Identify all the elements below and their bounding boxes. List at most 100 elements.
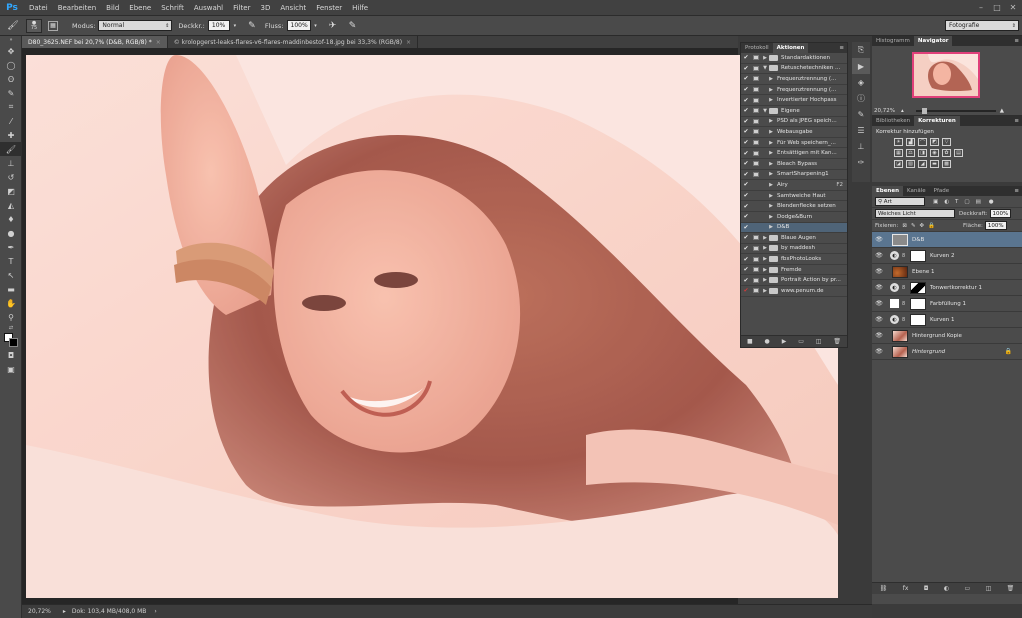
expand-arrow-icon[interactable]: ▶ <box>761 203 777 209</box>
vibrance-icon[interactable]: ▽ <box>942 138 951 146</box>
marquee-tool-icon[interactable]: ◯ <box>0 58 22 72</box>
hue-saturation-icon[interactable]: ▦ <box>894 149 903 157</box>
dialog-toggle-icon[interactable] <box>751 171 761 177</box>
dialog-toggle-icon[interactable] <box>751 87 761 93</box>
fill-input[interactable]: 100% <box>984 221 1007 230</box>
action-row[interactable]: ✔ ▶ Fremde <box>741 265 847 276</box>
toggle-check-icon[interactable]: ✔ <box>741 192 751 199</box>
record-icon[interactable]: ● <box>765 338 770 345</box>
new-layer-icon[interactable]: ◫ <box>986 585 992 592</box>
mask-link-icon[interactable]: 8 <box>902 317 908 323</box>
threshold-icon[interactable]: ◢ <box>918 160 927 168</box>
healing-tool-icon[interactable]: ✚ <box>0 128 22 142</box>
toggle-check-icon[interactable]: ✔ <box>741 128 751 135</box>
menu-item-0[interactable]: Datei <box>24 4 53 12</box>
expand-arrow-icon[interactable]: ▶ <box>761 256 769 262</box>
expand-arrow-icon[interactable]: ▶ <box>761 150 777 156</box>
toggle-check-icon[interactable]: ✔ <box>741 224 751 231</box>
dialog-toggle-icon[interactable] <box>751 235 761 241</box>
expand-arrow-icon[interactable]: ▶ <box>761 129 777 135</box>
navigator-tab-0[interactable]: Histogramm <box>872 36 914 46</box>
action-row[interactable]: ✔ ▶ fbxPhotoLooks <box>741 254 847 265</box>
expand-arrow-icon[interactable]: ▶ <box>761 87 777 93</box>
posterize-icon[interactable]: ▧ <box>906 160 915 168</box>
quick-mask-icon[interactable]: ◘ <box>0 348 22 362</box>
dialog-toggle-icon[interactable] <box>751 76 761 82</box>
eraser-tool-icon[interactable]: ◩ <box>0 184 22 198</box>
menu-item-7[interactable]: 3D <box>255 4 275 12</box>
stop-icon[interactable]: ■ <box>747 338 753 345</box>
action-row[interactable]: ✔ ▶ Entsättigen mit Kan... <box>741 148 847 159</box>
mask-link-icon[interactable]: 8 <box>902 253 908 259</box>
layer-row[interactable]: 👁 D&B <box>872 232 1022 248</box>
action-row[interactable]: ✔ ▶ Frequenztrennung (... <box>741 85 847 96</box>
toggle-check-icon[interactable]: ✔ <box>741 97 751 104</box>
layers-tab-2[interactable]: Pfade <box>930 186 954 196</box>
opacity-dropdown-icon[interactable]: ▾ <box>231 19 239 33</box>
layer-filter-select[interactable]: ⚲ Art <box>875 197 925 206</box>
toggle-check-icon[interactable]: ✔ <box>741 266 751 273</box>
layer-thumbnail[interactable] <box>892 233 908 246</box>
menu-item-9[interactable]: Fenster <box>311 4 347 12</box>
new-adjustment-icon[interactable]: ◐ <box>944 585 949 592</box>
brush-presets-icon[interactable]: ◈ <box>852 74 870 90</box>
pressure-size-icon[interactable]: ✎ <box>346 19 360 33</box>
expand-arrow-icon[interactable]: ▶ <box>761 235 769 241</box>
history-brush-tool-icon[interactable]: ↺ <box>0 170 22 184</box>
toggle-check-icon[interactable]: ✔ <box>741 213 751 220</box>
toggle-check-icon[interactable]: ✔ <box>741 287 751 294</box>
layer-row[interactable]: 👁 8 Farbfüllung 1 <box>872 296 1022 312</box>
layer-name[interactable]: Kurven 2 <box>930 253 954 259</box>
toggle-check-icon[interactable]: ✔ <box>741 181 751 188</box>
pressure-opacity-icon[interactable]: ✎ <box>245 19 259 33</box>
canvas-area[interactable] <box>22 48 838 604</box>
layer-name[interactable]: Kurven 1 <box>930 317 954 323</box>
navigator-thumbnail[interactable] <box>912 52 980 98</box>
layer-row[interactable]: 👁 Ebene 1 <box>872 264 1022 280</box>
maximize-icon[interactable]: □ <box>992 2 1002 12</box>
layer-row[interactable]: 👁 ◐ 8 Tonwertkorrektur 1 <box>872 280 1022 296</box>
path-select-tool-icon[interactable]: ↖ <box>0 268 22 282</box>
layer-name[interactable]: D&B <box>912 237 924 243</box>
crop-tool-icon[interactable]: ⌗ <box>0 100 22 114</box>
action-row[interactable]: ✔ ▶ Blaue Augen <box>741 233 847 244</box>
dialog-toggle-icon[interactable] <box>751 256 761 262</box>
brush-tool-icon[interactable]: 🖌 <box>0 142 22 156</box>
minimize-icon[interactable]: – <box>976 2 986 12</box>
exposure-icon[interactable]: ◩ <box>930 138 939 146</box>
pen-tool-icon[interactable]: ✒ <box>0 240 22 254</box>
layer-row[interactable]: 👁 Hintergrund Kopie <box>872 328 1022 344</box>
lock-position-icon[interactable]: ✥ <box>920 223 925 229</box>
action-row[interactable]: ✔ ▶ Für Web speichern_... <box>741 138 847 149</box>
navigator-tab-1[interactable]: Navigator <box>913 36 953 46</box>
filter-smart-icon[interactable]: ▤ <box>976 199 981 205</box>
close-tab-icon[interactable]: × <box>406 39 411 46</box>
color-balance-icon[interactable]: ⚖ <box>906 149 915 157</box>
action-row[interactable]: ✔ ▶ Blendenflecke setzen <box>741 201 847 212</box>
new-set-icon[interactable]: ▭ <box>798 338 804 345</box>
expand-arrow-icon[interactable]: ▶ <box>761 118 777 124</box>
gradient-map-icon[interactable]: ▬ <box>930 160 939 168</box>
info-panel-icon[interactable]: ⓘ <box>852 90 870 106</box>
zoom-tool-icon[interactable]: ⚲ <box>0 310 22 324</box>
navigator-zoom-value[interactable]: 20,72% <box>874 108 895 114</box>
status-arrow-icon[interactable]: ▸ <box>63 608 66 615</box>
new-group-icon[interactable]: ▭ <box>965 585 971 592</box>
dialog-toggle-icon[interactable] <box>751 277 761 283</box>
brush-preset-picker[interactable]: ● 75 <box>26 18 42 33</box>
lock-all-icon[interactable]: 🔒 <box>928 223 935 229</box>
screen-mode-icon[interactable]: ▣ <box>0 362 22 376</box>
black-white-icon[interactable]: ◨ <box>918 149 927 157</box>
actions-tab-0[interactable]: Protokoll <box>741 43 773 53</box>
visibility-eye-icon[interactable]: 👁 <box>872 268 886 275</box>
visibility-eye-icon[interactable]: 👁 <box>872 316 886 323</box>
action-row[interactable]: ✔ ▼ Eigene <box>741 106 847 117</box>
selective-color-icon[interactable]: ▩ <box>942 160 951 168</box>
action-row[interactable]: ✔ ▶ D&B <box>741 222 847 234</box>
toggle-check-icon[interactable]: ✔ <box>741 203 751 210</box>
actions-menu-icon[interactable]: ≡ <box>839 45 844 51</box>
layers-tab-0[interactable]: Ebenen <box>872 186 903 196</box>
expand-arrow-icon[interactable]: ▶ <box>761 288 769 294</box>
toggle-check-icon[interactable]: ✔ <box>741 245 751 252</box>
menu-item-6[interactable]: Filter <box>228 4 255 12</box>
